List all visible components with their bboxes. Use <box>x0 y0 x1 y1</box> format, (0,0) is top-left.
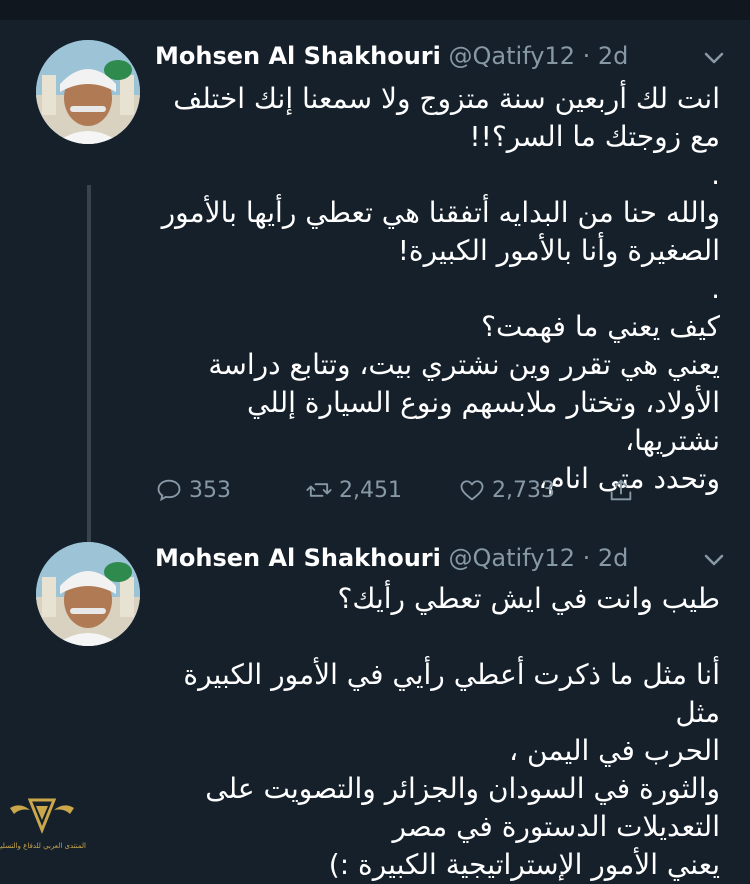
avatar[interactable] <box>36 542 140 646</box>
chevron-down-icon[interactable] <box>694 540 734 580</box>
reply-count: 353 <box>189 477 231 503</box>
watermark-text: المنتدى العربي للدفاع والتسليح <box>0 842 86 850</box>
tweet-header: Mohsen Al Shakhouri @Qatify12 · 2d <box>155 42 700 82</box>
watermark-logo: المنتدى العربي للدفاع والتسليح <box>0 790 86 852</box>
author-name[interactable]: Mohsen Al Shakhouri <box>155 42 441 70</box>
like-count: 2,733 <box>492 477 555 503</box>
top-bar <box>0 0 750 20</box>
share-button[interactable] <box>607 470 635 510</box>
author-handle[interactable]: @Qatify12 <box>449 544 575 572</box>
like-button[interactable]: 2,733 <box>458 470 555 510</box>
author-name[interactable]: Mohsen Al Shakhouri <box>155 544 441 572</box>
tweet[interactable]: Mohsen Al Shakhouri @Qatify12 · 2d انت ل… <box>0 30 750 545</box>
author-handle[interactable]: @Qatify12 <box>449 42 575 70</box>
retweet-button[interactable]: 2,451 <box>305 470 402 510</box>
thread-line <box>87 185 91 545</box>
like-icon <box>460 480 484 501</box>
tweet-text: انت لك أربعين سنة متزوج ولا سمعنا إنك اخ… <box>161 82 720 495</box>
tweet-actions: 353 2,451 2,733 <box>155 470 655 510</box>
reply-button[interactable]: 353 <box>155 470 231 510</box>
tweet[interactable]: Mohsen Al Shakhouri @Qatify12 · 2d طيب و… <box>0 532 750 881</box>
reply-icon <box>157 479 181 502</box>
retweet-count: 2,451 <box>339 477 402 503</box>
timestamp[interactable]: · 2d <box>583 42 629 70</box>
chevron-down-icon[interactable] <box>694 38 734 78</box>
tweet-header: Mohsen Al Shakhouri @Qatify12 · 2d <box>155 544 700 584</box>
avatar[interactable] <box>36 40 140 144</box>
share-icon <box>610 479 632 501</box>
tweet-text: طيب وانت في ايش تعطي رأيك؟ أنا مثل ما ذك… <box>183 582 720 881</box>
retweet-icon <box>306 483 332 497</box>
timestamp[interactable]: · 2d <box>583 544 629 572</box>
